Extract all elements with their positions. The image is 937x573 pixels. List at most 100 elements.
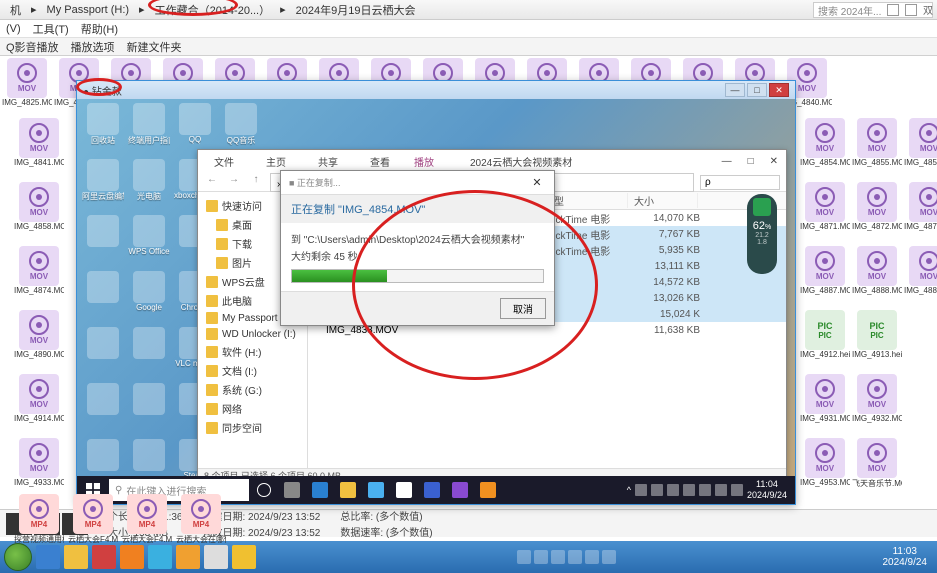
menu-playopt[interactable]: 播放选项 xyxy=(71,39,115,55)
desktop-icon[interactable] xyxy=(127,383,171,437)
tab-view[interactable]: 查看 xyxy=(362,152,398,171)
menu-help[interactable]: 帮助(H) xyxy=(81,21,118,37)
file-tile[interactable]: MOV IMG_4854.MOV xyxy=(800,118,850,176)
copy-cancel-button[interactable]: 取消 xyxy=(500,298,546,319)
tb-edge[interactable] xyxy=(307,477,333,503)
desktop-icon[interactable]: 终端用户指南 xyxy=(127,103,171,157)
file-tile[interactable]: MOV IMG_4888.MOV xyxy=(852,246,902,304)
file-tile[interactable]: MOV IMG_4933.MOV xyxy=(14,438,64,496)
desktop-icon[interactable]: 阿里云盘编辑器 xyxy=(81,159,125,213)
inner-search-input[interactable]: ρ xyxy=(700,175,780,190)
tab-home[interactable]: 主页 xyxy=(258,152,294,171)
file-tile[interactable]: MP4 云栖大会F4.MP4 xyxy=(68,494,118,552)
menu-qplay[interactable]: Q影音播放 xyxy=(6,39,59,55)
file-tile[interactable]: MOV IMG_4855.MOV xyxy=(852,118,902,176)
file-tile[interactable]: MOV IMG_4871.MOV xyxy=(800,182,850,240)
tb-taskview[interactable] xyxy=(279,477,305,503)
desktop-icon[interactable]: 回收站 xyxy=(81,103,125,157)
desktop-icon[interactable] xyxy=(81,327,125,381)
tb-app5[interactable] xyxy=(475,477,501,503)
tray-icon[interactable] xyxy=(635,484,647,496)
crumb-1[interactable]: My Passport (H:) xyxy=(41,2,136,18)
file-tile[interactable]: MP4 云栖大会在哪体现.MP4 xyxy=(176,494,226,552)
nested-titlebar[interactable]: ● 钻金款 — □ ✕ xyxy=(77,81,795,99)
sidebar-item[interactable]: 系统 (G:) xyxy=(198,380,307,399)
desktop-icon[interactable]: Google xyxy=(127,271,171,325)
tray-icon[interactable] xyxy=(683,484,695,496)
file-tile[interactable]: MP4 云栖大会F4.MP4 xyxy=(122,494,172,552)
copy-close-button[interactable]: ✕ xyxy=(528,176,546,189)
desktop-icon[interactable] xyxy=(127,327,171,381)
nested-max[interactable]: □ xyxy=(747,83,767,97)
file-tile[interactable]: MOV IMG_4931.MOV xyxy=(800,374,850,432)
nav-fwd-icon[interactable]: → xyxy=(226,174,242,190)
tab-file[interactable]: 文件 xyxy=(206,152,242,171)
menu-tools[interactable]: 工具(T) xyxy=(33,21,69,37)
file-tile[interactable]: MOV IMG_4825.MOV xyxy=(2,58,52,116)
file-tile[interactable]: MP4 探营视频通用横版完率版.MP4 xyxy=(14,494,64,552)
tb-app2[interactable] xyxy=(391,477,417,503)
menu-newfolder[interactable]: 新建文件夹 xyxy=(127,39,182,55)
nav-back-icon[interactable]: ← xyxy=(204,174,220,190)
inner-close[interactable]: ✕ xyxy=(770,156,778,167)
btn-b[interactable] xyxy=(905,4,917,16)
tray-icon[interactable] xyxy=(651,484,663,496)
file-tile[interactable]: MOV IMG_4841.MOV xyxy=(14,118,64,176)
tb-cortana[interactable] xyxy=(251,477,277,503)
btn-c[interactable]: 双 xyxy=(923,2,933,17)
tb-app4[interactable] xyxy=(447,477,473,503)
crumb-2[interactable]: 工作藏合（2014-20...） xyxy=(149,0,277,20)
sidebar-item[interactable]: 网络 xyxy=(198,399,307,418)
nested-close[interactable]: ✕ xyxy=(769,83,789,97)
file-tile[interactable]: MOV 飞天音乐节.MOV xyxy=(852,438,902,496)
crumb-0[interactable]: 机 xyxy=(4,0,27,20)
tray-icon[interactable] xyxy=(585,550,599,564)
inner-max[interactable]: □ xyxy=(748,156,754,167)
tray-volume-icon[interactable] xyxy=(731,484,743,496)
file-tile[interactable]: MOV IMG_4873.MOV xyxy=(904,182,937,240)
tb-explorer[interactable] xyxy=(335,477,361,503)
desktop-icon[interactable] xyxy=(81,383,125,437)
btn-a[interactable] xyxy=(887,4,899,16)
desktop-icon[interactable] xyxy=(81,271,125,325)
tray-icon[interactable] xyxy=(534,550,548,564)
file-tile[interactable]: MOV IMG_4889.MOV xyxy=(904,246,937,304)
sidebar-item[interactable]: WD Unlocker (I:) xyxy=(198,326,307,342)
file-tile[interactable]: PICPIC IMG_4912.heic xyxy=(800,310,850,368)
sidebar-item[interactable]: 同步空间 xyxy=(198,418,307,437)
file-tile[interactable]: MOV IMG_4874.MOV xyxy=(14,246,64,304)
tray-icon[interactable] xyxy=(699,484,711,496)
col-size[interactable]: 大小 xyxy=(628,193,698,208)
file-tile[interactable]: MOV IMG_4858.MOV xyxy=(14,182,64,240)
file-tile[interactable]: MOV IMG_4887.MOV xyxy=(800,246,850,304)
inner-min[interactable]: — xyxy=(722,156,732,167)
file-tile[interactable]: MOV IMG_4857.MOV xyxy=(904,118,937,176)
file-tile[interactable]: MOV IMG_4872.MOV xyxy=(852,182,902,240)
crumb-3[interactable]: 2024年9月19日云栖大会 xyxy=(290,0,422,20)
tb-app3[interactable] xyxy=(419,477,445,503)
file-tile[interactable]: MOV IMG_4932.MOV xyxy=(852,374,902,432)
tray-icon[interactable] xyxy=(602,550,616,564)
tray-icon[interactable] xyxy=(667,484,679,496)
nested-min[interactable]: — xyxy=(725,83,745,97)
copy-dialog-titlebar[interactable]: ■ 正在复制... ✕ xyxy=(281,171,554,195)
menu-view[interactable]: (V) xyxy=(6,23,21,35)
win10-clock[interactable]: 11:04 2024/9/24 xyxy=(747,479,787,501)
breadcrumb[interactable]: 机 ▸ My Passport (H:) ▸ 工作藏合（2014-20...） … xyxy=(4,0,421,20)
tray-wifi-icon[interactable] xyxy=(715,484,727,496)
desktop-icon[interactable]: WPS Office xyxy=(127,215,171,269)
tray-icon[interactable] xyxy=(517,550,531,564)
file-tile[interactable]: MOV IMG_4890.MOV xyxy=(14,310,64,368)
tb-app1[interactable] xyxy=(363,477,389,503)
tray-icon[interactable] xyxy=(551,550,565,564)
nav-up-icon[interactable]: ↑ xyxy=(248,174,264,190)
desktop-icon[interactable]: 光电脑 xyxy=(127,159,171,213)
tb-app[interactable] xyxy=(232,545,256,569)
sidebar-item[interactable]: 文档 (I:) xyxy=(198,361,307,380)
file-tile[interactable]: MOV IMG_4914.MOV xyxy=(14,374,64,432)
sidebar-item[interactable]: 软件 (H:) xyxy=(198,342,307,361)
file-tile[interactable]: MOV IMG_4953.MOV xyxy=(800,438,850,496)
security-widget[interactable]: 62% 21.2 1.8 xyxy=(747,194,777,274)
desktop-icon[interactable] xyxy=(81,215,125,269)
file-tile[interactable]: PICPIC IMG_4913.heic xyxy=(852,310,902,368)
